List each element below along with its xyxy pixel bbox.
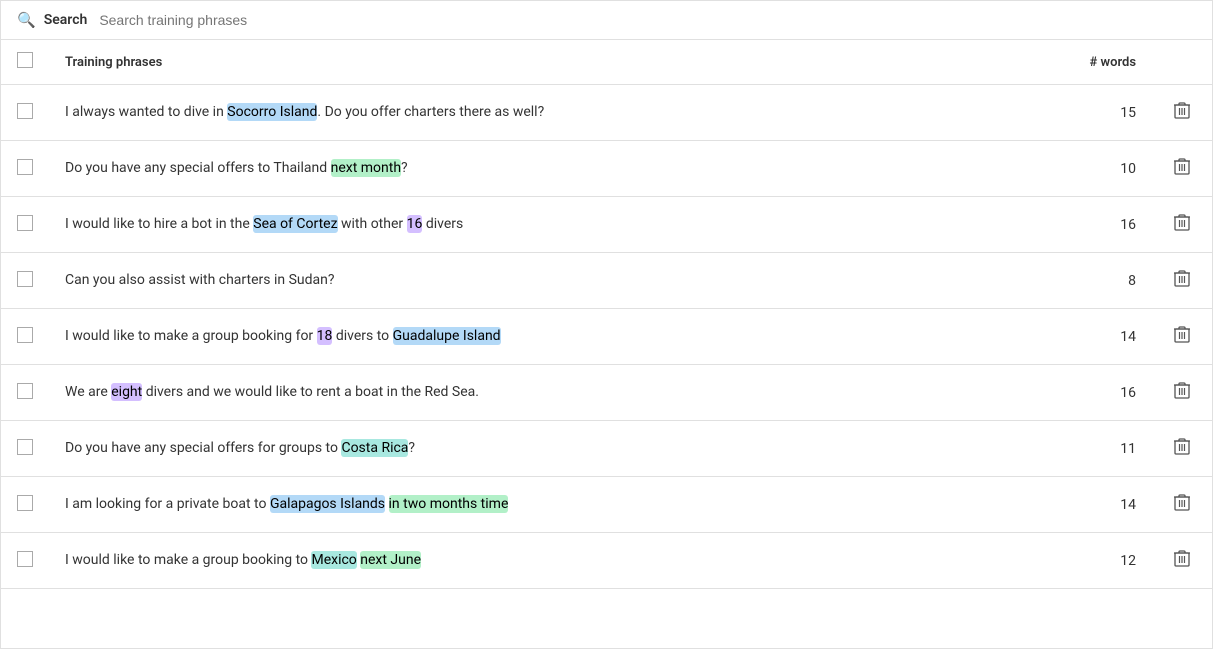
table-row: I would like to hire a bot in the Sea of…: [1, 197, 1212, 253]
row-checkbox[interactable]: [17, 103, 33, 119]
delete-button[interactable]: [1168, 267, 1196, 294]
phrase-text: I always wanted to dive in Socorro Islan…: [65, 103, 544, 121]
phrase-cell: I would like to make a group booking for…: [49, 309, 1072, 365]
words-count: 16: [1072, 197, 1152, 253]
phrase-cell: Can you also assist with charters in Sud…: [49, 253, 1072, 309]
words-count: 16: [1072, 365, 1152, 421]
action-cell: [1152, 477, 1212, 533]
phrase-highlight: 18: [317, 327, 333, 345]
row-checkbox[interactable]: [17, 439, 33, 455]
phrase-text: I am looking for a private boat to Galap…: [65, 495, 508, 513]
row-checkbox[interactable]: [17, 551, 33, 567]
trash-icon: [1174, 381, 1190, 399]
trash-icon: [1174, 493, 1190, 511]
action-cell: [1152, 141, 1212, 197]
row-checkbox[interactable]: [17, 271, 33, 287]
phrase-highlight: 16: [407, 215, 423, 233]
phrase-highlight: Costa Rica: [341, 439, 408, 457]
header-words-col: # words: [1072, 40, 1152, 85]
trash-icon: [1174, 101, 1190, 119]
phrase-cell: Do you have any special offers for group…: [49, 421, 1072, 477]
trash-icon: [1174, 437, 1190, 455]
phrase-text: Do you have any special offers for group…: [65, 439, 415, 457]
table-row: I am looking for a private boat to Galap…: [1, 477, 1212, 533]
table-row: I would like to make a group booking to …: [1, 533, 1212, 589]
table-row: I would like to make a group booking for…: [1, 309, 1212, 365]
trash-icon: [1174, 213, 1190, 231]
row-checkbox[interactable]: [17, 327, 33, 343]
delete-button[interactable]: [1168, 379, 1196, 406]
phrase-highlight: in two months time: [389, 495, 509, 513]
delete-button[interactable]: [1168, 323, 1196, 350]
header-action-col: [1152, 40, 1212, 85]
training-phrases-table: Training phrases # words I always wanted…: [1, 40, 1212, 589]
delete-button[interactable]: [1168, 491, 1196, 518]
phrase-text: Do you have any special offers to Thaila…: [65, 159, 408, 177]
phrase-cell: I always wanted to dive in Socorro Islan…: [49, 85, 1072, 141]
row-checkbox[interactable]: [17, 159, 33, 175]
main-container: 🔍 Search Training phrases # words I alwa…: [0, 0, 1213, 649]
phrase-highlight: Guadalupe Island: [393, 327, 501, 345]
table-row: I always wanted to dive in Socorro Islan…: [1, 85, 1212, 141]
phrase-highlight: next month: [331, 159, 401, 177]
header-checkbox-col: [1, 40, 49, 85]
phrase-highlight: next June: [360, 551, 421, 569]
row-checkbox[interactable]: [17, 383, 33, 399]
phrase-highlight: Galapagos Islands: [270, 495, 385, 513]
header-phrase-col: Training phrases: [49, 40, 1072, 85]
select-all-checkbox[interactable]: [17, 52, 33, 68]
phrase-cell: I am looking for a private boat to Galap…: [49, 477, 1072, 533]
phrase-cell: I would like to make a group booking to …: [49, 533, 1072, 589]
row-checkbox[interactable]: [17, 495, 33, 511]
trash-icon: [1174, 269, 1190, 287]
phrase-cell: I would like to hire a bot in the Sea of…: [49, 197, 1072, 253]
words-count: 8: [1072, 253, 1152, 309]
phrase-highlight: Socorro Island: [227, 103, 317, 121]
words-count: 11: [1072, 421, 1152, 477]
delete-button[interactable]: [1168, 155, 1196, 182]
phrase-text: Can you also assist with charters in Sud…: [65, 272, 334, 288]
phrase-highlight: eight: [111, 383, 142, 401]
phrase-text: I would like to make a group booking for…: [65, 327, 501, 345]
action-cell: [1152, 197, 1212, 253]
search-label: Search: [44, 12, 88, 28]
delete-button[interactable]: [1168, 99, 1196, 126]
table-row: Do you have any special offers to Thaila…: [1, 141, 1212, 197]
words-count: 14: [1072, 309, 1152, 365]
trash-icon: [1174, 157, 1190, 175]
phrase-text: I would like to hire a bot in the Sea of…: [65, 215, 463, 233]
phrase-text: I would like to make a group booking to …: [65, 551, 421, 569]
phrase-text: We are eight divers and we would like to…: [65, 383, 479, 401]
action-cell: [1152, 253, 1212, 309]
trash-icon: [1174, 549, 1190, 567]
table-row: Do you have any special offers for group…: [1, 421, 1212, 477]
delete-button[interactable]: [1168, 547, 1196, 574]
table-row: We are eight divers and we would like to…: [1, 365, 1212, 421]
phrase-highlight: Sea of Cortez: [253, 215, 337, 233]
search-input[interactable]: [99, 12, 1196, 28]
search-bar: 🔍 Search: [1, 1, 1212, 40]
delete-button[interactable]: [1168, 435, 1196, 462]
action-cell: [1152, 365, 1212, 421]
words-count: 14: [1072, 477, 1152, 533]
phrase-cell: We are eight divers and we would like to…: [49, 365, 1072, 421]
action-cell: [1152, 533, 1212, 589]
action-cell: [1152, 309, 1212, 365]
phrase-highlight: Mexico: [311, 551, 356, 569]
words-count: 12: [1072, 533, 1152, 589]
search-icon: 🔍: [17, 11, 36, 29]
table-row: Can you also assist with charters in Sud…: [1, 253, 1212, 309]
trash-icon: [1174, 325, 1190, 343]
row-checkbox[interactable]: [17, 215, 33, 231]
action-cell: [1152, 421, 1212, 477]
words-count: 15: [1072, 85, 1152, 141]
action-cell: [1152, 85, 1212, 141]
phrase-cell: Do you have any special offers to Thaila…: [49, 141, 1072, 197]
delete-button[interactable]: [1168, 211, 1196, 238]
words-count: 10: [1072, 141, 1152, 197]
